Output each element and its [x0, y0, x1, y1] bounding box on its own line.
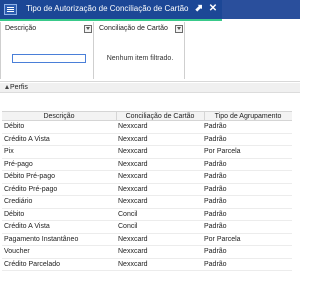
table-row[interactable]: Crediário Nexxcard Padrão [2, 196, 292, 209]
descricao-filter-label: Descrição [5, 25, 37, 32]
cell-descricao: Pagamento Instantâneo [4, 235, 79, 243]
table-row[interactable]: Débito Pré-pago Nexxcard Padrão [2, 171, 292, 184]
cell-descricao: Débito [4, 123, 25, 130]
cell-conciliacao: Nexxcard [118, 148, 148, 155]
cell-descricao: Crédito Parcelado [4, 260, 61, 268]
cell-tipo-agrupamento: Padrão [204, 223, 227, 230]
list-window-icon [4, 4, 17, 15]
cell-conciliacao: Nexxcard [118, 185, 148, 193]
table-row[interactable]: Crédito Parcelado Nexxcard Padrão [2, 259, 292, 271]
cell-conciliacao: Nexxcard [118, 198, 148, 205]
data-grid: Descrição Conciliação de Cartão Tipo de … [2, 111, 292, 271]
table-row[interactable]: Débito Nexxcard Padrão [2, 121, 292, 134]
cell-descricao: Pix [4, 148, 14, 155]
cell-descricao: Pré-pago [4, 160, 33, 168]
column-header-descricao[interactable]: Descrição [2, 113, 116, 120]
cell-descricao: Débito [4, 210, 25, 218]
cell-descricao: Crédito A Vista [4, 223, 50, 230]
filter-panel: Descrição Conciliação de Cartão Nenhum i… [0, 21, 300, 82]
grid-body: Débito Nexxcard Padrão Crédito A Vista Nexxc… [2, 121, 292, 271]
cell-tipo-agrupamento: Padrão [204, 260, 227, 268]
cell-conciliacao: Nexxcard [118, 173, 148, 180]
column-header-conciliacao[interactable]: Conciliação de Cartão [116, 113, 204, 120]
table-row[interactable]: Crédito A Vista Nexxcard Padrão [2, 134, 292, 146]
cell-conciliacao: Nexxcard [118, 248, 148, 255]
cell-tipo-agrupamento: Por Parcela [204, 148, 241, 155]
cell-tipo-agrupamento: Padrão [204, 123, 227, 130]
cell-descricao: Crediário [4, 198, 33, 205]
conciliacao-filter: Conciliação de Cartão Nenhum item filtra… [95, 22, 185, 79]
table-row[interactable]: Débito Concil Padrão [2, 209, 292, 221]
cell-tipo-agrupamento: Por Parcela [204, 235, 241, 243]
cell-tipo-agrupamento: Padrão [204, 198, 227, 205]
perfis-label: Perfis [10, 84, 28, 91]
cell-tipo-agrupamento: Padrão [204, 160, 227, 168]
cell-conciliacao: Nexxcard [118, 160, 148, 168]
table-row[interactable]: Pix Nexxcard Por Parcela [2, 146, 292, 159]
window-title: Tipo de Autorização de Conciliação de Ca… [26, 4, 189, 13]
filter-icon[interactable] [175, 25, 183, 33]
descricao-filter: Descrição [0, 22, 94, 79]
cell-conciliacao: Nexxcard [118, 135, 148, 143]
cell-descricao: Crédito Pré-pago [4, 185, 58, 193]
table-row[interactable]: Pagamento Instantâneo Nexxcard Por Parcela [2, 234, 292, 246]
cell-tipo-agrupamento: Padrão [204, 248, 227, 255]
cell-tipo-agrupamento: Padrão [204, 210, 227, 218]
cell-tipo-agrupamento: Padrão [204, 173, 227, 180]
cell-conciliacao: Concil [118, 210, 138, 218]
cell-conciliacao: Concil [118, 223, 138, 230]
titlebar-filler [222, 0, 300, 19]
cell-tipo-agrupamento: Padrão [204, 185, 227, 193]
table-row[interactable]: Pré-pago Nexxcard Padrão [2, 159, 292, 171]
cell-conciliacao: Nexxcard [118, 260, 148, 268]
table-row[interactable]: Voucher Nexxcard Padrão [2, 246, 292, 259]
column-header-tipo-agrupamento[interactable]: Tipo de Agrupamento [204, 113, 292, 120]
descricao-filter-input[interactable] [12, 54, 86, 63]
table-row[interactable]: Crédito Pré-pago Nexxcard Padrão [2, 184, 292, 196]
perfis-toggle[interactable]: Perfis [0, 83, 300, 93]
cell-conciliacao: Nexxcard [118, 235, 148, 243]
filter-icon[interactable] [84, 25, 92, 33]
conciliacao-filter-label: Conciliação de Cartão [99, 25, 168, 32]
restore-icon[interactable]: ⬈ [192, 2, 206, 16]
grid-header: Descrição Conciliação de Cartão Tipo de … [2, 111, 292, 121]
cell-tipo-agrupamento: Padrão [204, 135, 227, 143]
cell-conciliacao: Nexxcard [118, 123, 148, 130]
triangle-up-icon [5, 85, 9, 89]
cell-descricao: Débito Pré-pago [4, 173, 55, 180]
cell-descricao: Crédito A Vista [4, 135, 50, 143]
conciliacao-empty-message: Nenhum item filtrado. [106, 55, 174, 62]
table-row[interactable]: Crédito A Vista Concil Padrão [2, 221, 292, 234]
close-icon[interactable]: ✕ [206, 2, 220, 16]
cell-descricao: Voucher [4, 248, 30, 255]
window-titlebar: Tipo de Autorização de Conciliação de Ca… [0, 0, 300, 19]
